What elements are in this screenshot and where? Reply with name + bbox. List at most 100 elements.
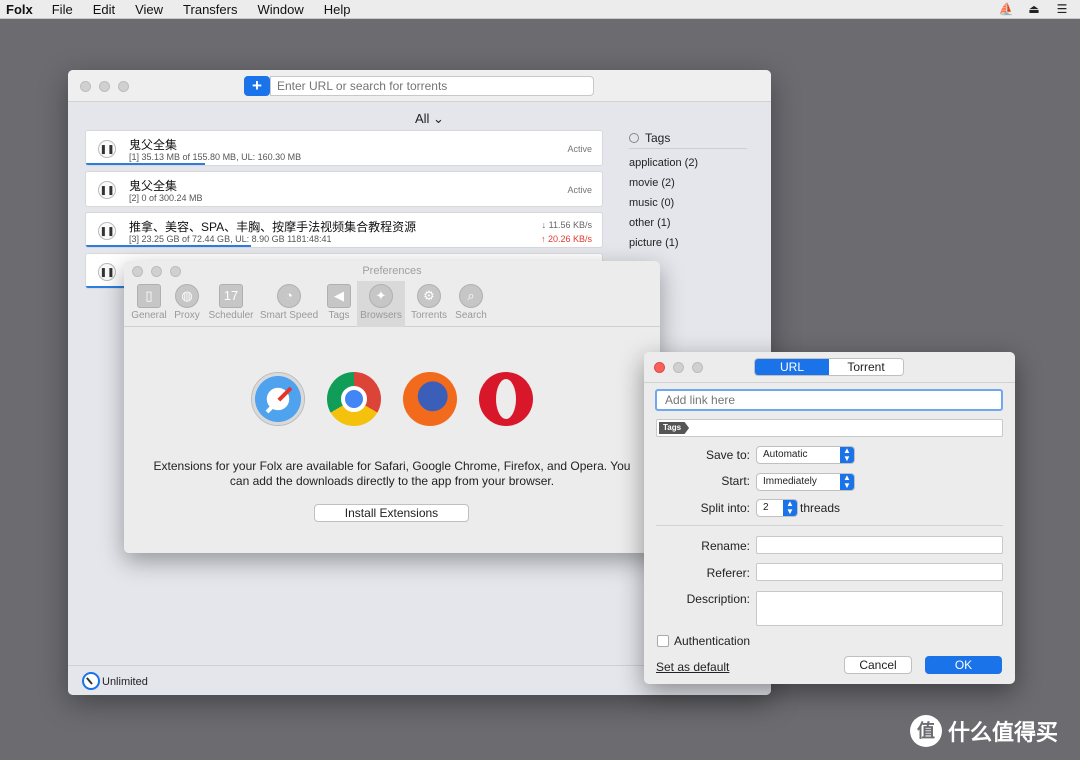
gear-icon: ⚙ (417, 284, 441, 308)
chrome-icon[interactable] (327, 372, 381, 426)
pause-icon[interactable]: ❚❚ (98, 181, 116, 199)
menu-app-name[interactable]: Folx (6, 2, 33, 17)
description-label: Description: (686, 592, 750, 606)
url-search-input[interactable] (270, 76, 594, 96)
tag-item-other[interactable]: other (1) (629, 217, 747, 229)
download-name: 鬼父全集 (129, 138, 178, 152)
dialog-close-button[interactable] (654, 362, 665, 373)
tab-torrents[interactable]: ⚙ Torrents (408, 281, 450, 327)
download-row[interactable]: ❚❚ 推拿、美容、SPA、丰胸、按摩手法视频集合教程资源 [3] 23.25 G… (85, 212, 603, 248)
pause-icon[interactable]: ❚❚ (98, 263, 116, 281)
opera-icon[interactable] (479, 372, 533, 426)
download-status: Active (567, 144, 592, 154)
pause-icon[interactable]: ❚❚ (98, 140, 116, 158)
chevron-updown-icon: ▲ ▼ (840, 474, 854, 490)
download-row[interactable]: ❚❚ 鬼父全集 [2] 0 of 300.24 MB Active (85, 171, 603, 207)
download-name: 鬼父全集 (129, 179, 178, 193)
tags-panel: Tags application (2) movie (2) music (0)… (629, 131, 747, 249)
tab-label: Tags (328, 310, 350, 321)
watermark-text: 什么值得买 (948, 720, 1059, 745)
save-to-select[interactable]: Automatic ▲ ▼ (756, 446, 855, 464)
tab-label: Browsers (360, 310, 402, 321)
folx-status-icon[interactable]: ⛵ (998, 2, 1014, 16)
tab-smart-speed[interactable]: ◔ Smart Speed (258, 281, 320, 327)
zoom-button[interactable] (118, 81, 129, 92)
set-as-default-link[interactable]: Set as default (656, 660, 729, 674)
pause-icon[interactable]: ❚❚ (98, 222, 116, 240)
referer-label: Referer: (706, 566, 750, 580)
download-status: Active (567, 185, 592, 195)
download-row[interactable]: ❚❚ 鬼父全集 [1] 35.13 MB of 155.80 MB, UL: 1… (85, 130, 603, 166)
tags-field[interactable]: Tags (656, 419, 1003, 437)
link-input[interactable] (655, 389, 1003, 411)
tab-browsers[interactable]: ✦ Browsers (357, 281, 405, 327)
description-field[interactable] (756, 591, 1003, 626)
eject-icon[interactable]: ⏏ (1026, 2, 1042, 16)
firefox-icon[interactable] (403, 372, 457, 426)
tab-label: Scheduler (208, 310, 254, 321)
gauge-icon: ◔ (277, 284, 301, 308)
save-to-label: Save to: (705, 448, 750, 462)
safari-icon[interactable] (251, 372, 305, 426)
watermark: 值 什么值得买 (910, 715, 1058, 747)
download-info: [3] 23.25 GB of 72.44 GB, UL: 8.90 GB 11… (129, 234, 332, 244)
authentication-checkbox[interactable] (657, 635, 669, 647)
tab-general[interactable]: ▯ General (129, 281, 169, 327)
rename-field[interactable] (756, 536, 1003, 554)
start-label: Start: (721, 474, 750, 488)
menu-file[interactable]: File (52, 2, 73, 17)
tab-search[interactable]: ⌕ Search (452, 281, 490, 327)
globe-icon: ◍ (175, 284, 199, 308)
speed-limit-label[interactable]: Unlimited (102, 676, 148, 688)
tag-item-picture[interactable]: picture (1) (629, 237, 747, 249)
install-extensions-button[interactable]: Install Extensions (314, 504, 469, 522)
compass-icon: ✦ (369, 284, 393, 308)
close-button[interactable] (80, 81, 91, 92)
rename-label: Rename: (701, 539, 750, 553)
preferences-window: Preferences ▯ General ◍ Proxy 17 Schedul… (124, 261, 660, 553)
start-select[interactable]: Immediately ▲ ▼ (756, 473, 855, 491)
filter-dropdown[interactable]: All ⌄ (415, 111, 444, 127)
authentication-label[interactable]: Authentication (674, 634, 750, 648)
download-info: [1] 35.13 MB of 155.80 MB, UL: 160.30 MB (129, 152, 302, 162)
tag-item-movie[interactable]: movie (2) (629, 177, 747, 189)
ok-button[interactable]: OK (925, 656, 1002, 674)
menu-window[interactable]: Window (257, 2, 303, 17)
tags-header-label: Tags (645, 131, 671, 145)
add-download-dialog: URL Torrent Tags Save to: Automatic ▲▼ S… (644, 352, 1015, 684)
minimize-button[interactable] (99, 81, 110, 92)
menu-view[interactable]: View (135, 2, 163, 17)
referer-field[interactable] (756, 563, 1003, 581)
tag-item-music[interactable]: music (0) (629, 197, 747, 209)
segment-url[interactable]: URL (755, 359, 829, 375)
dialog-divider (656, 525, 1003, 526)
dialog-zoom-button[interactable] (692, 362, 703, 373)
save-to-value: Automatic (763, 449, 808, 460)
cancel-button[interactable]: Cancel (844, 656, 912, 674)
tab-label: Search (455, 310, 487, 321)
stepper-icon[interactable]: ▲ ▼ (783, 500, 797, 516)
tab-proxy[interactable]: ◍ Proxy (170, 281, 204, 327)
source-segmented-control: URL Torrent (754, 358, 904, 376)
segment-torrent[interactable]: Torrent (829, 359, 903, 375)
menubar: Folx File Edit View Transfers Window Hel… (0, 0, 1080, 19)
tab-label: Proxy (174, 310, 200, 321)
menu-transfers[interactable]: Transfers (183, 2, 237, 17)
download-progress (86, 163, 205, 165)
prefs-toolbar: ▯ General ◍ Proxy 17 Scheduler ◔ Smart S… (124, 279, 660, 327)
download-progress (86, 286, 128, 288)
add-download-button[interactable]: + (244, 76, 270, 96)
tags-header[interactable]: Tags (629, 131, 747, 149)
menu-help[interactable]: Help (324, 2, 351, 17)
dialog-minimize-button[interactable] (673, 362, 684, 373)
menu-edit[interactable]: Edit (93, 2, 115, 17)
start-value: Immediately (763, 476, 817, 487)
tag-item-application[interactable]: application (2) (629, 157, 747, 169)
tags-chip: Tags (659, 422, 690, 434)
tab-tags[interactable]: ◀ Tags (324, 281, 354, 327)
magnifier-icon: ⌕ (459, 284, 483, 308)
speed-gauge-icon[interactable] (82, 672, 100, 690)
tab-scheduler[interactable]: 17 Scheduler (206, 281, 256, 327)
list-icon[interactable]: ☰ (1054, 2, 1070, 16)
split-stepper[interactable]: 2 ▲ ▼ (756, 499, 798, 517)
